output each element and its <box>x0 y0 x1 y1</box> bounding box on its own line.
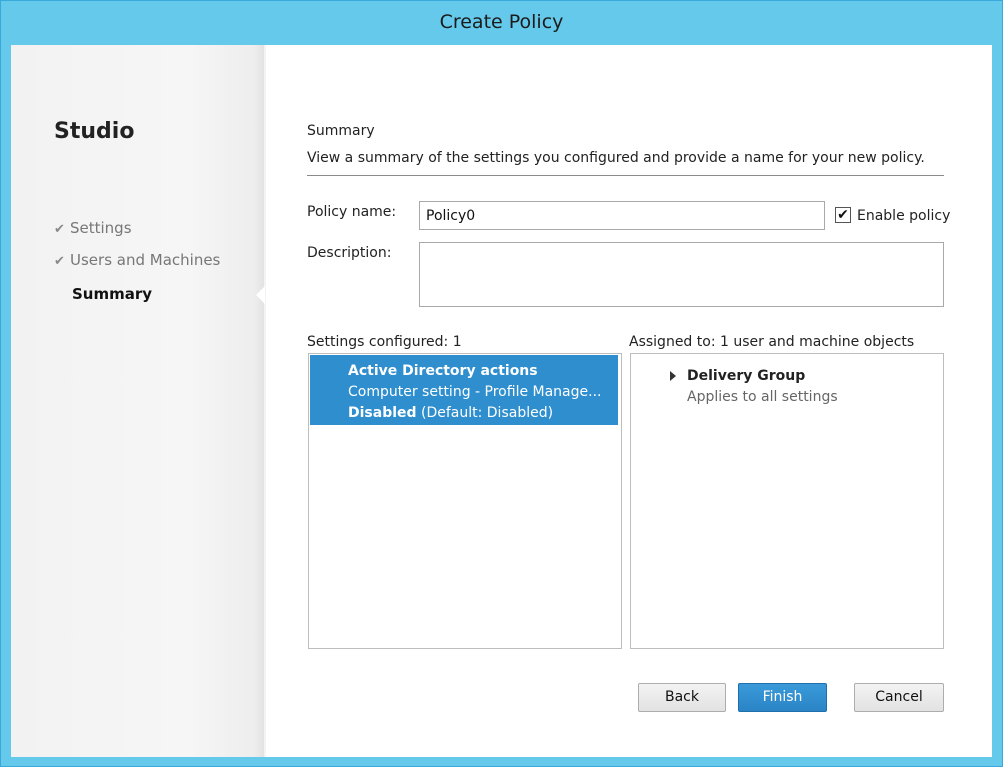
app-title: Studio <box>54 119 135 144</box>
step-summary[interactable]: Summary <box>72 285 152 303</box>
back-button[interactable]: Back <box>638 683 726 712</box>
setting-value: Disabled (Default: Disabled) <box>348 405 553 421</box>
wizard-sidebar: Studio ✔ Settings ✔ Users and Machines Sum… <box>11 45 266 757</box>
finish-button[interactable]: Finish <box>738 683 827 712</box>
setting-value-state: Disabled <box>348 405 417 421</box>
step-label: Summary <box>72 285 153 303</box>
expand-arrow-icon[interactable] <box>670 371 676 381</box>
settings-list[interactable]: Active Directory actions Computer settin… <box>308 353 622 649</box>
policy-name-label: Policy name: <box>307 204 397 220</box>
step-label: Settings <box>70 219 132 237</box>
check-icon: ✔ <box>54 254 65 269</box>
create-policy-window: Create Policy Studio ✔ Settings ✔ Users an… <box>0 0 1003 767</box>
dialog-client-area: Studio ✔ Settings ✔ Users and Machines Sum… <box>11 45 992 757</box>
assignments-list[interactable]: Delivery Group Applies to all settings <box>630 353 944 649</box>
step-users-and-machines[interactable]: ✔ Users and Machines <box>54 251 220 269</box>
assigned-to-label: Assigned to: 1 user and machine objects <box>629 334 915 350</box>
assignment-detail: Applies to all settings <box>687 389 838 405</box>
assignment-name: Delivery Group <box>687 368 806 384</box>
page-heading: Summary <box>307 123 375 139</box>
setting-name: Active Directory actions <box>348 363 538 379</box>
policy-name-input[interactable] <box>419 201 825 230</box>
list-item[interactable]: Active Directory actions Computer settin… <box>310 355 618 425</box>
step-label: Users and Machines <box>70 251 221 269</box>
setting-value-default: (Default: Disabled) <box>416 405 554 421</box>
description-field[interactable] <box>419 242 944 307</box>
cancel-button[interactable]: Cancel <box>854 683 944 712</box>
enable-policy-checkbox[interactable]: ✔ <box>835 207 851 223</box>
settings-configured-label: Settings configured: 1 <box>307 334 462 350</box>
current-step-pointer <box>256 286 265 304</box>
page-subheading: View a summary of the settings you confi… <box>307 150 925 166</box>
step-settings[interactable]: ✔ Settings <box>54 219 132 237</box>
enable-policy-label[interactable]: Enable policy <box>857 208 950 224</box>
heading-divider <box>307 175 944 176</box>
setting-detail: Computer setting - Profile Manage... <box>348 384 602 400</box>
description-label: Description: <box>307 245 392 261</box>
check-icon: ✔ <box>54 222 65 237</box>
checkmark-icon: ✔ <box>837 207 849 223</box>
window-title: Create Policy <box>439 11 564 33</box>
sidebar-shadow <box>254 45 266 757</box>
